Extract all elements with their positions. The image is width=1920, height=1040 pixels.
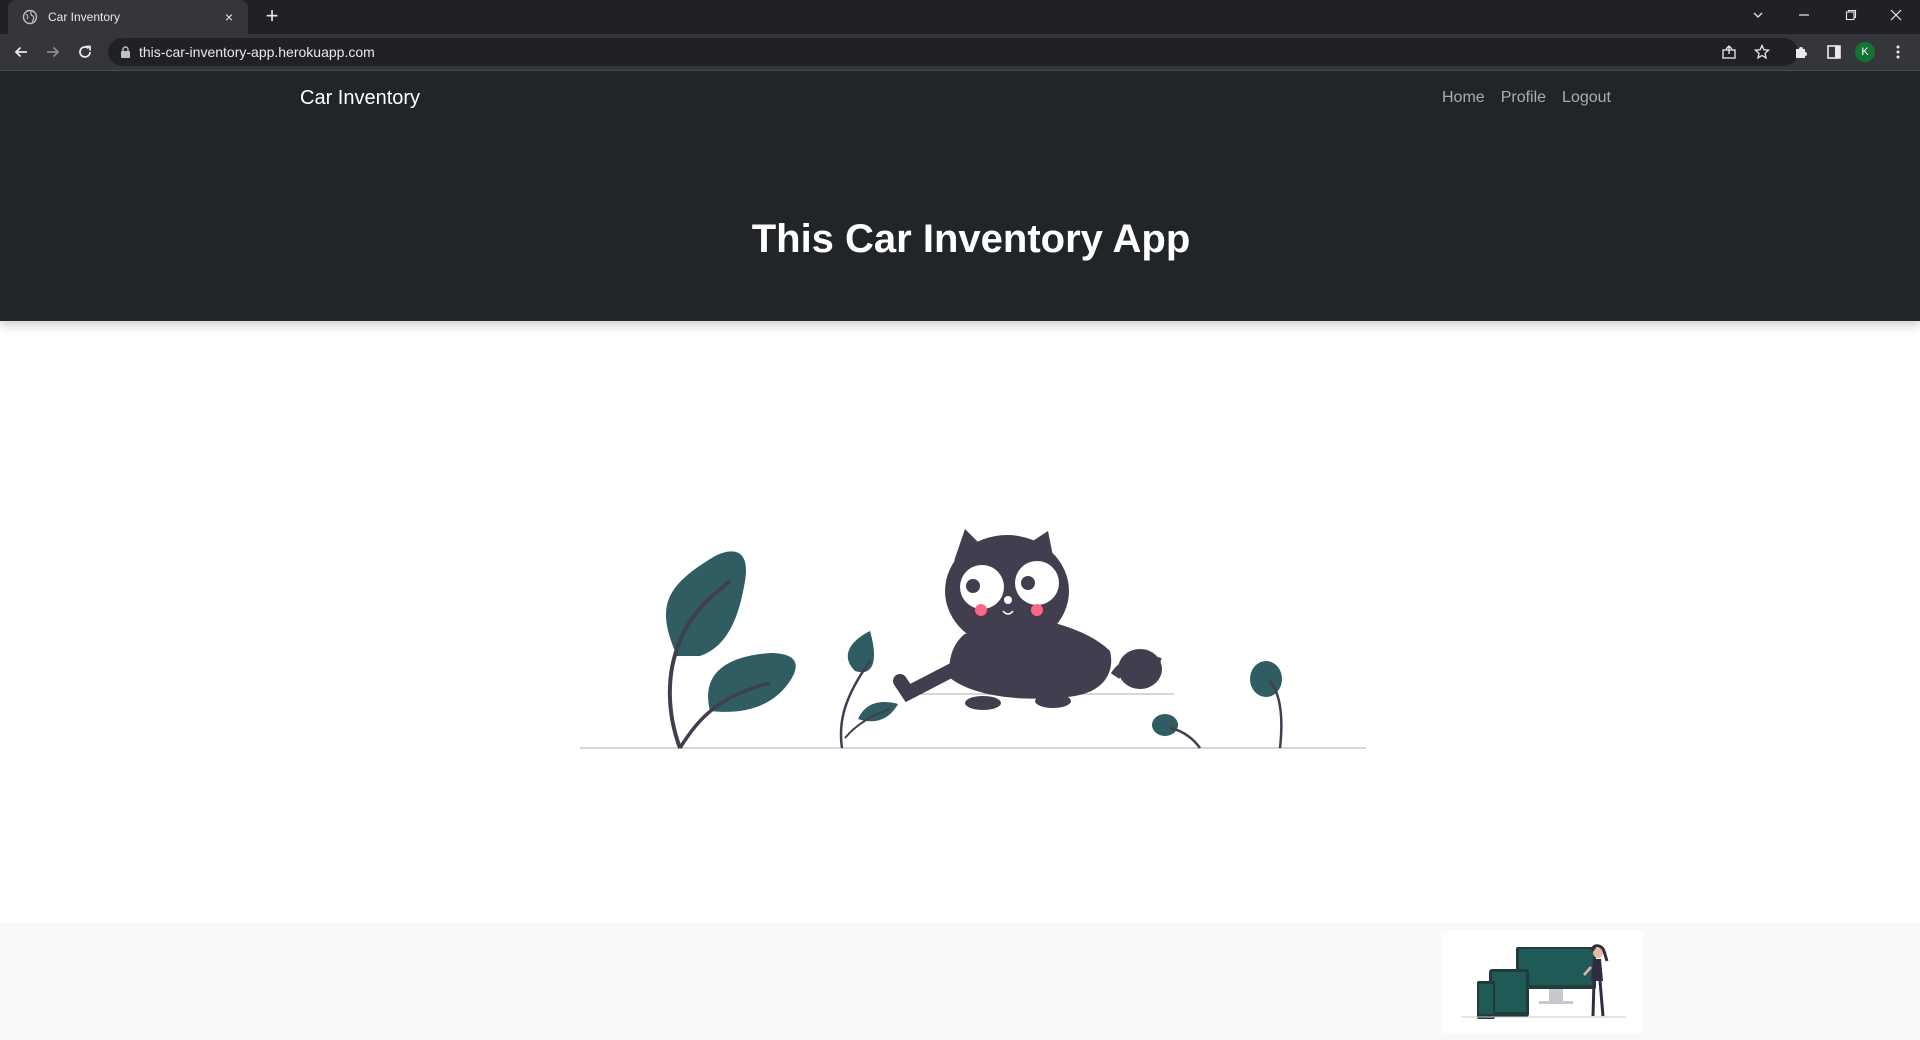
cat: [893, 529, 1162, 710]
star-icon[interactable]: [1750, 40, 1774, 64]
back-icon[interactable]: [9, 40, 33, 64]
browser-tab[interactable]: Car Inventory ×: [8, 0, 248, 34]
nav-links: Home Profile Logout: [1442, 89, 1611, 107]
nav-link-home[interactable]: Home: [1442, 89, 1485, 107]
page: Car Inventory Home Profile Logout This C…: [0, 71, 1920, 1040]
browser-tabstrip: Car Inventory × +: [0, 0, 1920, 34]
footer-image-card: [1441, 931, 1643, 1033]
right-sprouts: [1152, 661, 1283, 749]
devices-illustration: [1461, 944, 1626, 1019]
hero-header: Car Inventory Home Profile Logout This C…: [0, 71, 1920, 321]
page-title: This Car Inventory App: [751, 217, 1191, 261]
small-plant: [839, 631, 898, 749]
forward-icon[interactable]: [41, 40, 65, 64]
window-close-icon[interactable]: [1876, 0, 1916, 30]
address-bar[interactable]: this-car-inventory-app.herokuapp.com: [108, 38, 1798, 66]
globe-icon: [22, 9, 38, 25]
chevron-down-icon[interactable]: [1738, 0, 1778, 30]
extensions-icon[interactable]: [1789, 40, 1813, 64]
share-icon[interactable]: [1717, 40, 1741, 64]
tab-title: Car Inventory: [48, 10, 121, 24]
large-plant: [665, 551, 796, 749]
url-text: this-car-inventory-app.herokuapp.com: [139, 44, 375, 60]
avatar[interactable]: K: [1855, 42, 1875, 62]
footer: [0, 923, 1920, 1040]
navbar-brand[interactable]: Car Inventory: [300, 87, 420, 110]
kebab-menu-icon[interactable]: [1886, 40, 1910, 64]
restore-icon[interactable]: [1831, 0, 1871, 30]
nav-link-profile[interactable]: Profile: [1501, 89, 1546, 107]
lock-icon: [120, 46, 131, 58]
reload-icon[interactable]: [73, 40, 97, 64]
cat-plants-illustration: [580, 529, 1366, 749]
minimize-icon[interactable]: [1784, 0, 1824, 30]
close-icon[interactable]: ×: [220, 9, 238, 25]
browser-toolbar: this-car-inventory-app.herokuapp.com K: [0, 34, 1920, 70]
side-panel-icon[interactable]: [1822, 40, 1846, 64]
plus-icon[interactable]: +: [262, 5, 282, 27]
nav-link-logout[interactable]: Logout: [1562, 89, 1611, 107]
